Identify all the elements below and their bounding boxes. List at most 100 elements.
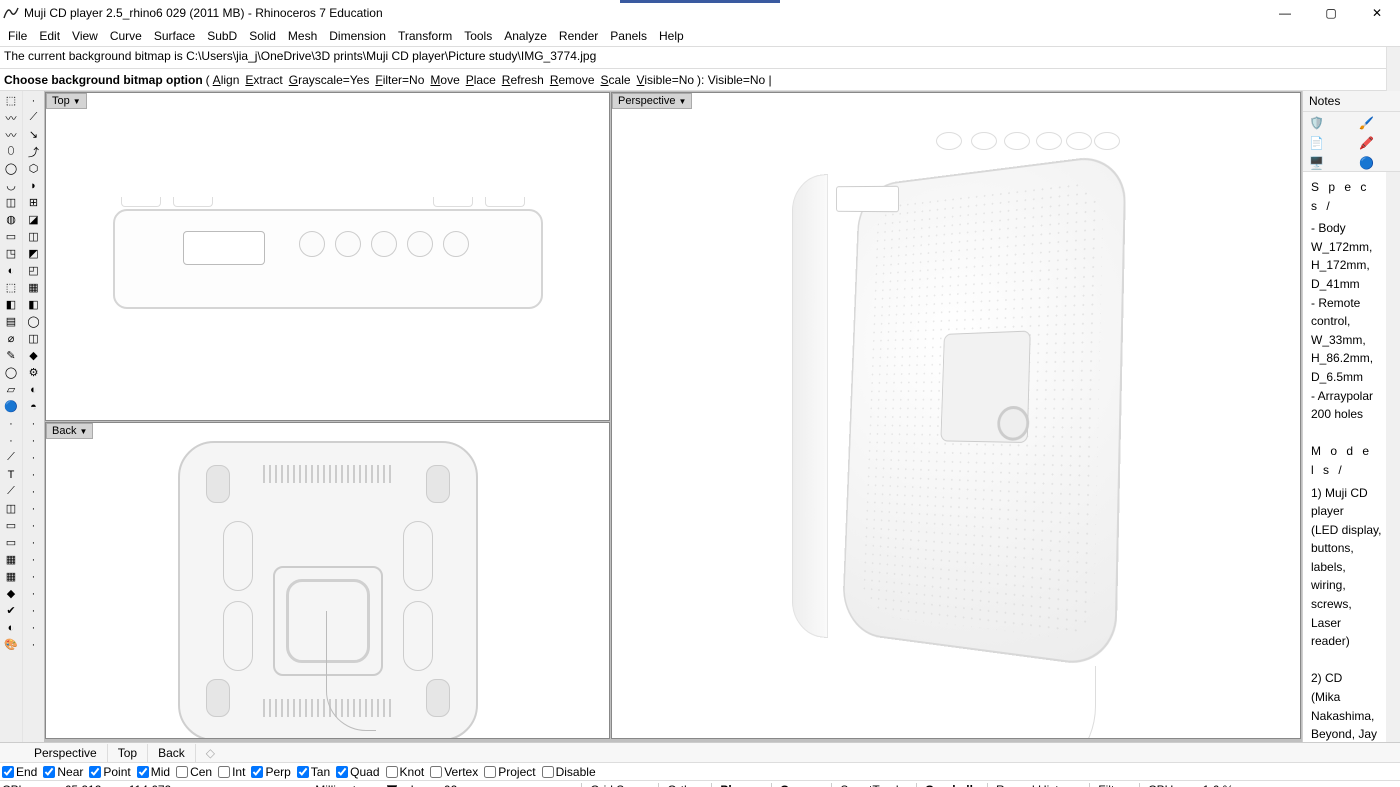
tool-icon-29[interactable]: · <box>25 586 43 601</box>
status-filter[interactable]: Filter <box>1089 783 1125 787</box>
tool-icon-1[interactable]: 〰 <box>2 110 20 125</box>
tool-icon-8[interactable]: ▭ <box>2 229 20 244</box>
tool-icon-25[interactable]: ▭ <box>2 518 20 533</box>
tool-icon-22[interactable]: · <box>25 467 43 482</box>
tool-icon-12[interactable]: ◧ <box>2 297 20 312</box>
cmd-opt-align[interactable]: Align <box>213 73 240 87</box>
tool-icon-30[interactable]: ✔ <box>2 603 20 618</box>
osnap-check-mid[interactable] <box>137 766 149 778</box>
tool-icon-23[interactable]: ⟋ <box>2 484 20 499</box>
menu-surface[interactable]: Surface <box>148 27 201 45</box>
tool-icon-11[interactable]: ⬚ <box>2 280 20 295</box>
menu-tools[interactable]: Tools <box>458 27 498 45</box>
tool-icon-22[interactable]: T <box>2 467 20 482</box>
menu-file[interactable]: File <box>2 27 33 45</box>
tool-icon-16[interactable]: ⚙ <box>25 365 43 380</box>
menu-help[interactable]: Help <box>653 27 690 45</box>
tool-icon-0[interactable]: ⬚ <box>2 93 20 108</box>
tool-icon-14[interactable]: ◫ <box>25 331 43 346</box>
chevron-down-icon[interactable]: ▼ <box>678 97 686 106</box>
osnap-end[interactable]: End <box>2 765 37 779</box>
cmd-opt-grayscale[interactable]: Grayscale=Yes <box>289 73 370 87</box>
tool-icon-8[interactable]: ◫ <box>25 229 43 244</box>
tool-icon-2[interactable]: 〰 <box>2 127 20 142</box>
tool-icon-12[interactable]: ◧ <box>25 297 43 312</box>
layers-icon[interactable]: 📄 <box>1309 136 1327 152</box>
view-tab-back[interactable]: Back <box>148 744 196 762</box>
tool-icon-17[interactable]: ◐ <box>25 382 43 397</box>
tool-icon-9[interactable]: ◳ <box>2 246 20 261</box>
tool-icon-15[interactable]: ✎ <box>2 348 20 363</box>
minimize-button[interactable]: — <box>1262 0 1308 26</box>
tool-icon-7[interactable]: ◍ <box>2 212 20 227</box>
cmd-opt-scale[interactable]: Scale <box>601 73 631 87</box>
osnap-check-project[interactable] <box>484 766 496 778</box>
cmd-opt-extract[interactable]: Extract <box>245 73 282 87</box>
tool-icon-0[interactable]: · <box>25 93 43 108</box>
tool-icon-31[interactable]: · <box>25 620 43 635</box>
tool-icon-6[interactable]: ◫ <box>2 195 20 210</box>
osnap-perp[interactable]: Perp <box>251 765 290 779</box>
menu-view[interactable]: View <box>66 27 104 45</box>
tool-icon-27[interactable]: ▦ <box>2 552 20 567</box>
tool-icon-10[interactable]: ◐ <box>2 263 20 278</box>
command-scrollbar[interactable] <box>1386 47 1400 91</box>
osnap-quad[interactable]: Quad <box>336 765 379 779</box>
menu-subd[interactable]: SubD <box>201 27 243 45</box>
maximize-button[interactable]: ▢ <box>1308 0 1354 26</box>
cmd-opt-visible[interactable]: Visible=No <box>637 73 695 87</box>
osnap-near[interactable]: Near <box>43 765 83 779</box>
osnap-project[interactable]: Project <box>484 765 535 779</box>
osnap-check-perp[interactable] <box>251 766 263 778</box>
chevron-down-icon[interactable]: ▼ <box>79 427 87 436</box>
tool-icon-18[interactable]: ◓ <box>25 399 43 414</box>
tool-icon-29[interactable]: ◆ <box>2 586 20 601</box>
tool-icon-20[interactable]: · <box>2 433 20 448</box>
status-ortho[interactable]: Ortho <box>658 783 697 787</box>
osnap-vertex[interactable]: Vertex <box>430 765 478 779</box>
osnap-int[interactable]: Int <box>218 765 245 779</box>
status-smarttrack[interactable]: SmartTrack <box>831 783 902 787</box>
tool-icon-19[interactable]: · <box>25 416 43 431</box>
tool-icon-6[interactable]: ⊞ <box>25 195 43 210</box>
tool-icon-5[interactable]: ◗ <box>25 178 43 193</box>
tool-icon-13[interactable]: ◯ <box>25 314 43 329</box>
menu-analyze[interactable]: Analyze <box>498 27 553 45</box>
osnap-disable[interactable]: Disable <box>542 765 596 779</box>
add-view-tab[interactable]: ◇ <box>196 744 225 762</box>
viewport-tab-perspective[interactable]: Perspective▼ <box>612 93 692 109</box>
tool-icon-5[interactable]: ◡ <box>2 178 20 193</box>
tool-icon-21[interactable]: · <box>25 450 43 465</box>
osnap-check-vertex[interactable] <box>430 766 442 778</box>
osnap-check-cen[interactable] <box>176 766 188 778</box>
osnap-check-quad[interactable] <box>336 766 348 778</box>
osnap-point[interactable]: Point <box>89 765 130 779</box>
osnap-knot[interactable]: Knot <box>386 765 425 779</box>
tool-icon-24[interactable]: · <box>25 501 43 516</box>
osnap-mid[interactable]: Mid <box>137 765 170 779</box>
cmd-opt-move[interactable]: Move <box>430 73 459 87</box>
menu-transform[interactable]: Transform <box>392 27 458 45</box>
status-osnap[interactable]: Osnap <box>771 783 817 787</box>
tool-icon-2[interactable]: ↘ <box>25 127 43 142</box>
tool-icon-23[interactable]: · <box>25 484 43 499</box>
menu-panels[interactable]: Panels <box>604 27 653 45</box>
tool-icon-32[interactable]: 🎨 <box>2 637 20 652</box>
render-icon[interactable]: 🖍️ <box>1359 136 1377 152</box>
display-icon[interactable]: 🖥️ <box>1309 156 1327 172</box>
viewport-tab-back[interactable]: Back▼ <box>46 423 93 439</box>
properties-icon[interactable]: 🛡️ <box>1309 116 1327 132</box>
materials-icon[interactable]: 🖌️ <box>1359 116 1377 132</box>
osnap-check-near[interactable] <box>43 766 55 778</box>
tool-icon-4[interactable]: ⬡ <box>25 161 43 176</box>
status-recordhistory[interactable]: Record History <box>987 783 1075 787</box>
osnap-check-disable[interactable] <box>542 766 554 778</box>
viewport-top[interactable]: Top▼ <box>45 92 610 421</box>
tool-icon-7[interactable]: ◪ <box>25 212 43 227</box>
command-prompt[interactable]: Choose background bitmap option ( Align … <box>0 69 1400 91</box>
tool-icon-11[interactable]: ▦ <box>25 280 43 295</box>
tool-icon-32[interactable]: · <box>25 637 43 652</box>
osnap-check-end[interactable] <box>2 766 14 778</box>
osnap-check-knot[interactable] <box>386 766 398 778</box>
tool-icon-31[interactable]: ◐ <box>2 620 20 635</box>
